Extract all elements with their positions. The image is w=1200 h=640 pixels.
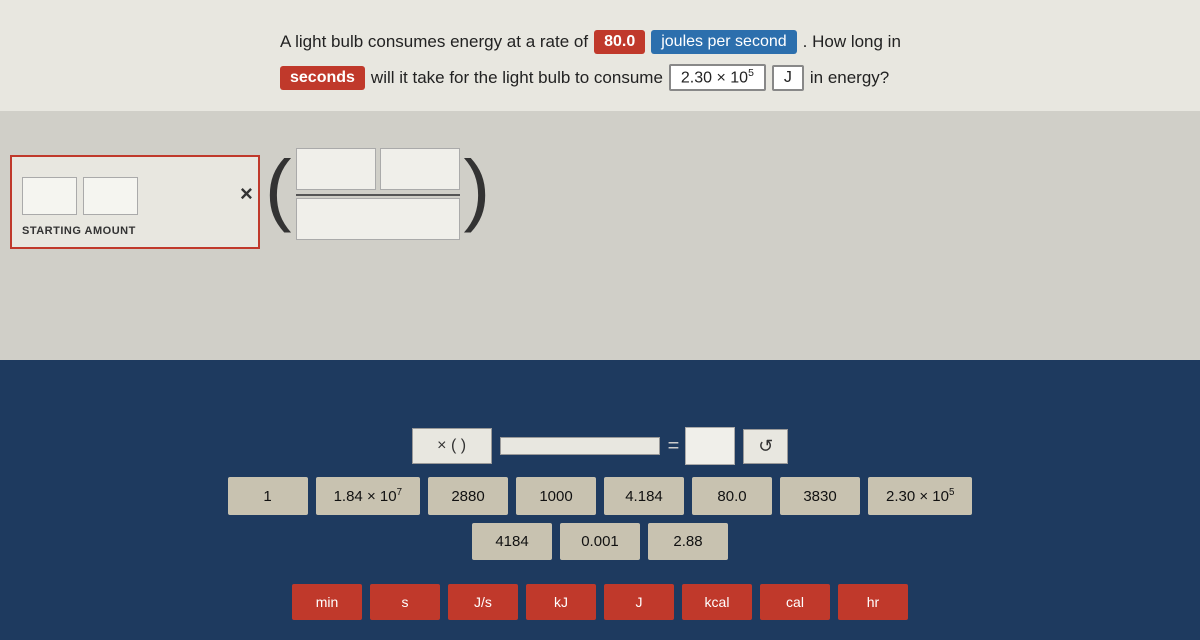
num-btn-1e7[interactable]: 1.84 × 107 bbox=[316, 477, 420, 515]
problem-line-2: seconds will it take for the light bulb … bbox=[280, 64, 1160, 91]
line1-pre-text: A light bulb consumes energy at a rate o… bbox=[280, 32, 588, 52]
num-btn-0001[interactable]: 0.001 bbox=[560, 523, 640, 560]
starting-numerator-right[interactable] bbox=[83, 177, 138, 215]
number-row-1: 1 1.84 × 107 2880 1000 4.184 80.0 3830 2… bbox=[228, 477, 973, 515]
rate-value-badge: 80.0 bbox=[594, 30, 645, 54]
answer-unit-badge: seconds bbox=[280, 66, 365, 90]
unit-buttons-area: min s J/s kJ J kcal cal hr bbox=[0, 584, 1200, 620]
equals-area: = bbox=[668, 427, 736, 465]
multiply-symbol: × bbox=[240, 181, 253, 207]
problem-area: A light bulb consumes energy at a rate o… bbox=[0, 0, 1200, 111]
fraction-top-row bbox=[296, 148, 460, 190]
paren-display: ( ) bbox=[451, 437, 466, 454]
num-btn-2-3e5[interactable]: 2.30 × 105 bbox=[868, 477, 972, 515]
result-box[interactable] bbox=[685, 427, 735, 465]
starting-top-row bbox=[22, 177, 248, 215]
unit-btn-kcal[interactable]: kcal bbox=[682, 584, 752, 620]
number-row-2: 4184 0.001 2.88 bbox=[472, 523, 728, 560]
num-btn-3830[interactable]: 3830 bbox=[780, 477, 860, 515]
unit-btn-kj[interactable]: kJ bbox=[526, 584, 596, 620]
unit-btn-j[interactable]: J bbox=[604, 584, 674, 620]
starting-label: STARTING AMOUNT bbox=[22, 225, 248, 237]
undo-button[interactable]: ↺ bbox=[743, 429, 788, 464]
unit-btn-min[interactable]: min bbox=[292, 584, 362, 620]
energy-value-box: 2.30 × 105 bbox=[669, 64, 766, 91]
rate-unit-badge: joules per second bbox=[651, 30, 796, 54]
fraction-top-left[interactable] bbox=[296, 148, 376, 190]
unit-btn-s[interactable]: s bbox=[370, 584, 440, 620]
num-btn-80[interactable]: 80.0 bbox=[692, 477, 772, 515]
num-btn-288[interactable]: 2.88 bbox=[648, 523, 728, 560]
energy-unit-box: J bbox=[772, 65, 804, 91]
equals-sign: = bbox=[668, 435, 680, 458]
fraction-visual-area: × ( ) bbox=[240, 148, 490, 240]
problem-line-1: A light bulb consumes energy at a rate o… bbox=[280, 30, 1160, 54]
num-btn-1000[interactable]: 1000 bbox=[516, 477, 596, 515]
starting-amount-box: STARTING AMOUNT bbox=[10, 155, 260, 249]
fraction-bottom-row bbox=[296, 198, 460, 240]
line2-post-text: in energy? bbox=[810, 68, 889, 88]
num-btn-2880[interactable]: 2880 bbox=[428, 477, 508, 515]
left-paren: ( bbox=[265, 149, 292, 229]
line1-post-text: . How long in bbox=[803, 32, 901, 52]
paren-group: ( ) bbox=[265, 148, 490, 240]
fraction-bottom-box[interactable] bbox=[296, 198, 460, 240]
right-paren: ) bbox=[464, 149, 491, 229]
line2-mid-text: will it take for the light bulb to consu… bbox=[371, 68, 663, 88]
number-buttons-area: 1 1.84 × 107 2880 1000 4.184 80.0 3830 2… bbox=[0, 477, 1200, 560]
bottom-panel: × ( ) = ↺ 1 1.84 × 107 2880 1000 4.184 8… bbox=[0, 360, 1200, 640]
fraction-boxes bbox=[296, 148, 460, 240]
unit-btn-js[interactable]: J/s bbox=[448, 584, 518, 620]
input-display[interactable] bbox=[500, 437, 660, 455]
num-btn-1[interactable]: 1 bbox=[228, 477, 308, 515]
starting-numerator-left[interactable] bbox=[22, 177, 77, 215]
fraction-divider bbox=[296, 194, 460, 196]
unit-btn-hr[interactable]: hr bbox=[838, 584, 908, 620]
calculator-row: × ( ) = ↺ bbox=[0, 427, 1200, 465]
starting-amount-area: STARTING AMOUNT bbox=[10, 155, 260, 249]
num-btn-4184-small[interactable]: 4.184 bbox=[604, 477, 684, 515]
num-btn-4184[interactable]: 4184 bbox=[472, 523, 552, 560]
multiply-display: × ( ) bbox=[412, 428, 492, 464]
unit-btn-cal[interactable]: cal bbox=[760, 584, 830, 620]
fraction-top-right[interactable] bbox=[380, 148, 460, 190]
